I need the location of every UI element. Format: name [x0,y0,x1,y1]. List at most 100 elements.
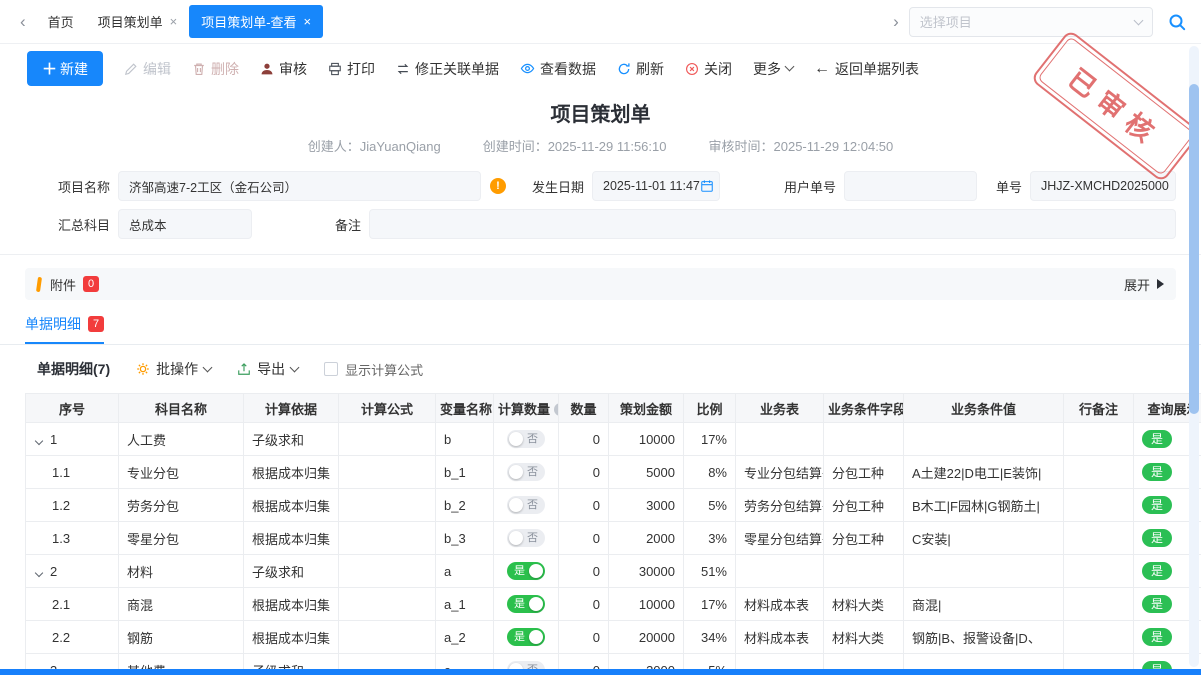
qty-cell: 0 [559,522,609,555]
biz-value-cell: 商混| [904,588,1064,621]
variable-name-cell: a [436,555,494,588]
delete-button[interactable]: 删除 [192,59,239,79]
attachments-bar[interactable]: 附件 0 展开 [25,268,1176,300]
biz-table-cell [736,423,824,456]
biz-table-cell: 劳务分包结算子 [736,489,824,522]
table-row[interactable]: 2.2钢筋根据成本归集a_2是02000034%材料成本表材料大类钢筋|B、报警… [26,621,1201,654]
tab-doc-detail[interactable]: 单据明细 7 [25,314,104,344]
ratio-cell: 17% [684,588,736,621]
view-data-button[interactable]: 查看数据 [520,59,596,79]
show-formula-checkbox[interactable]: 显示计算公式 [324,360,423,379]
calc-qty-toggle[interactable]: 是 [507,562,545,580]
yes-badge: 是 [1142,562,1172,580]
audit-button[interactable]: 审核 [260,59,307,79]
detail-count-badge: 7 [88,316,104,332]
calc-qty-toggle[interactable]: 否 [507,529,545,547]
ratio-cell: 17% [684,423,736,456]
table-row[interactable]: 1.1专业分包根据成本归集b_1否050008%专业分包结算子分包工种A土建22… [26,456,1201,489]
project-select[interactable]: 选择项目 [909,7,1153,37]
calc-qty-toggle[interactable]: 否 [507,430,545,448]
row-remark-cell [1064,621,1134,654]
batch-operations-button[interactable]: 批操作 [136,359,211,379]
printer-icon [328,62,342,76]
expand-caret-icon[interactable] [35,436,43,444]
table-row[interactable]: 2材料子级求和a是03000051%是 [26,555,1201,588]
ratio-cell: 5% [684,489,736,522]
table-row[interactable]: 1人工费子级求和b否01000017%是 [26,423,1201,456]
new-button[interactable]: ＋新建 [27,51,103,86]
summary-subject-input[interactable]: 总成本 [118,209,252,239]
help-icon[interactable]: ? [554,403,558,416]
row-no: 1.1 [26,456,119,489]
calc-qty-toggle[interactable]: 是 [507,595,545,613]
biz-table-cell [736,555,824,588]
calc-formula-cell [339,423,436,456]
toggle-knob [509,498,523,512]
print-button[interactable]: 打印 [328,59,375,79]
biz-field-cell: 分包工种 [824,456,904,489]
calendar-icon[interactable] [700,179,714,193]
variable-name-cell: b_2 [436,489,494,522]
tabs-scroll-right-icon[interactable]: › [883,12,909,32]
date-input[interactable]: 2025-11-01 11:47: [592,171,720,201]
plan-amount-cell: 3000 [609,489,684,522]
back-to-list-button[interactable]: ← 返回单据列表 [814,59,919,79]
calc-qty-cell: 是 [494,621,559,654]
eye-icon [520,61,535,76]
tabs-scroll-left-icon[interactable]: ‹ [10,12,36,32]
biz-table-cell: 零星分包结算子 [736,522,824,555]
tab-close-icon[interactable]: × [304,14,312,29]
remark-input[interactable] [369,209,1176,239]
close-circle-icon [685,62,699,76]
row-remark-cell [1064,555,1134,588]
qty-cell: 0 [559,588,609,621]
column-header: 业务条件字段 [824,394,904,423]
qty-cell: 0 [559,423,609,456]
table-row[interactable]: 2.1商混根据成本归集a_1是01000017%材料成本表材料大类商混|是 [26,588,1201,621]
summary-subject-label: 汇总科目 [25,215,110,234]
expand-caret-icon[interactable] [35,568,43,576]
subject-name-cell: 商混 [119,588,244,621]
expand-toggle[interactable]: 展开 [1124,275,1164,294]
row-remark-cell [1064,489,1134,522]
calc-qty-toggle[interactable]: 是 [507,628,545,646]
search-icon[interactable] [1167,12,1187,32]
plan-amount-cell: 10000 [609,423,684,456]
row-remark-cell [1064,423,1134,456]
close-button[interactable]: 关闭 [685,59,732,79]
tab-project-plan-view[interactable]: 项目策划单-查看 × [189,5,323,38]
row-no: 2 [26,555,119,588]
calc-formula-cell [339,456,436,489]
column-header: 变量名称 [436,394,494,423]
calc-qty-toggle[interactable]: 否 [507,496,545,514]
doc-no-label: 单号 [996,177,1022,196]
toggle-knob [529,564,543,578]
more-button[interactable]: 更多 [753,59,793,79]
created-time-meta: 创建时间：2025-11-29 11:56:10 [483,136,667,155]
tab-close-icon[interactable]: × [170,14,178,29]
plan-amount-cell: 20000 [609,621,684,654]
calc-qty-cell: 否 [494,456,559,489]
edit-button[interactable]: 编辑 [124,59,171,79]
refresh-button[interactable]: 刷新 [617,59,664,79]
calc-basis-cell: 根据成本归集 [244,456,339,489]
qty-cell: 0 [559,456,609,489]
toggle-knob [529,597,543,611]
project-name-input[interactable]: 济邹高速7-2工区（金石公司） [118,171,481,201]
calc-basis-cell: 根据成本归集 [244,522,339,555]
column-header: 业务表 [736,394,824,423]
info-icon[interactable]: ! [490,178,506,194]
user-doc-no-input[interactable] [844,171,977,201]
tab-project-plan-list[interactable]: 项目策划单 × [86,5,190,38]
table-row[interactable]: 1.3零星分包根据成本归集b_3否020003%零星分包结算子分包工种C安装|是 [26,522,1201,555]
calc-qty-toggle[interactable]: 否 [507,463,545,481]
vertical-scrollbar-thumb[interactable] [1189,84,1199,414]
fix-related-docs-button[interactable]: 修正关联单据 [396,59,499,79]
vertical-scrollbar[interactable] [1189,46,1199,667]
tab-home[interactable]: 首页 [36,5,86,38]
export-button[interactable]: 导出 [237,359,298,379]
horizontal-scrollbar[interactable] [0,669,1201,675]
column-header: 业务条件值 [904,394,1064,423]
checkbox-icon[interactable] [324,362,338,376]
table-row[interactable]: 1.2劳务分包根据成本归集b_2否030005%劳务分包结算子分包工种B木工|F… [26,489,1201,522]
